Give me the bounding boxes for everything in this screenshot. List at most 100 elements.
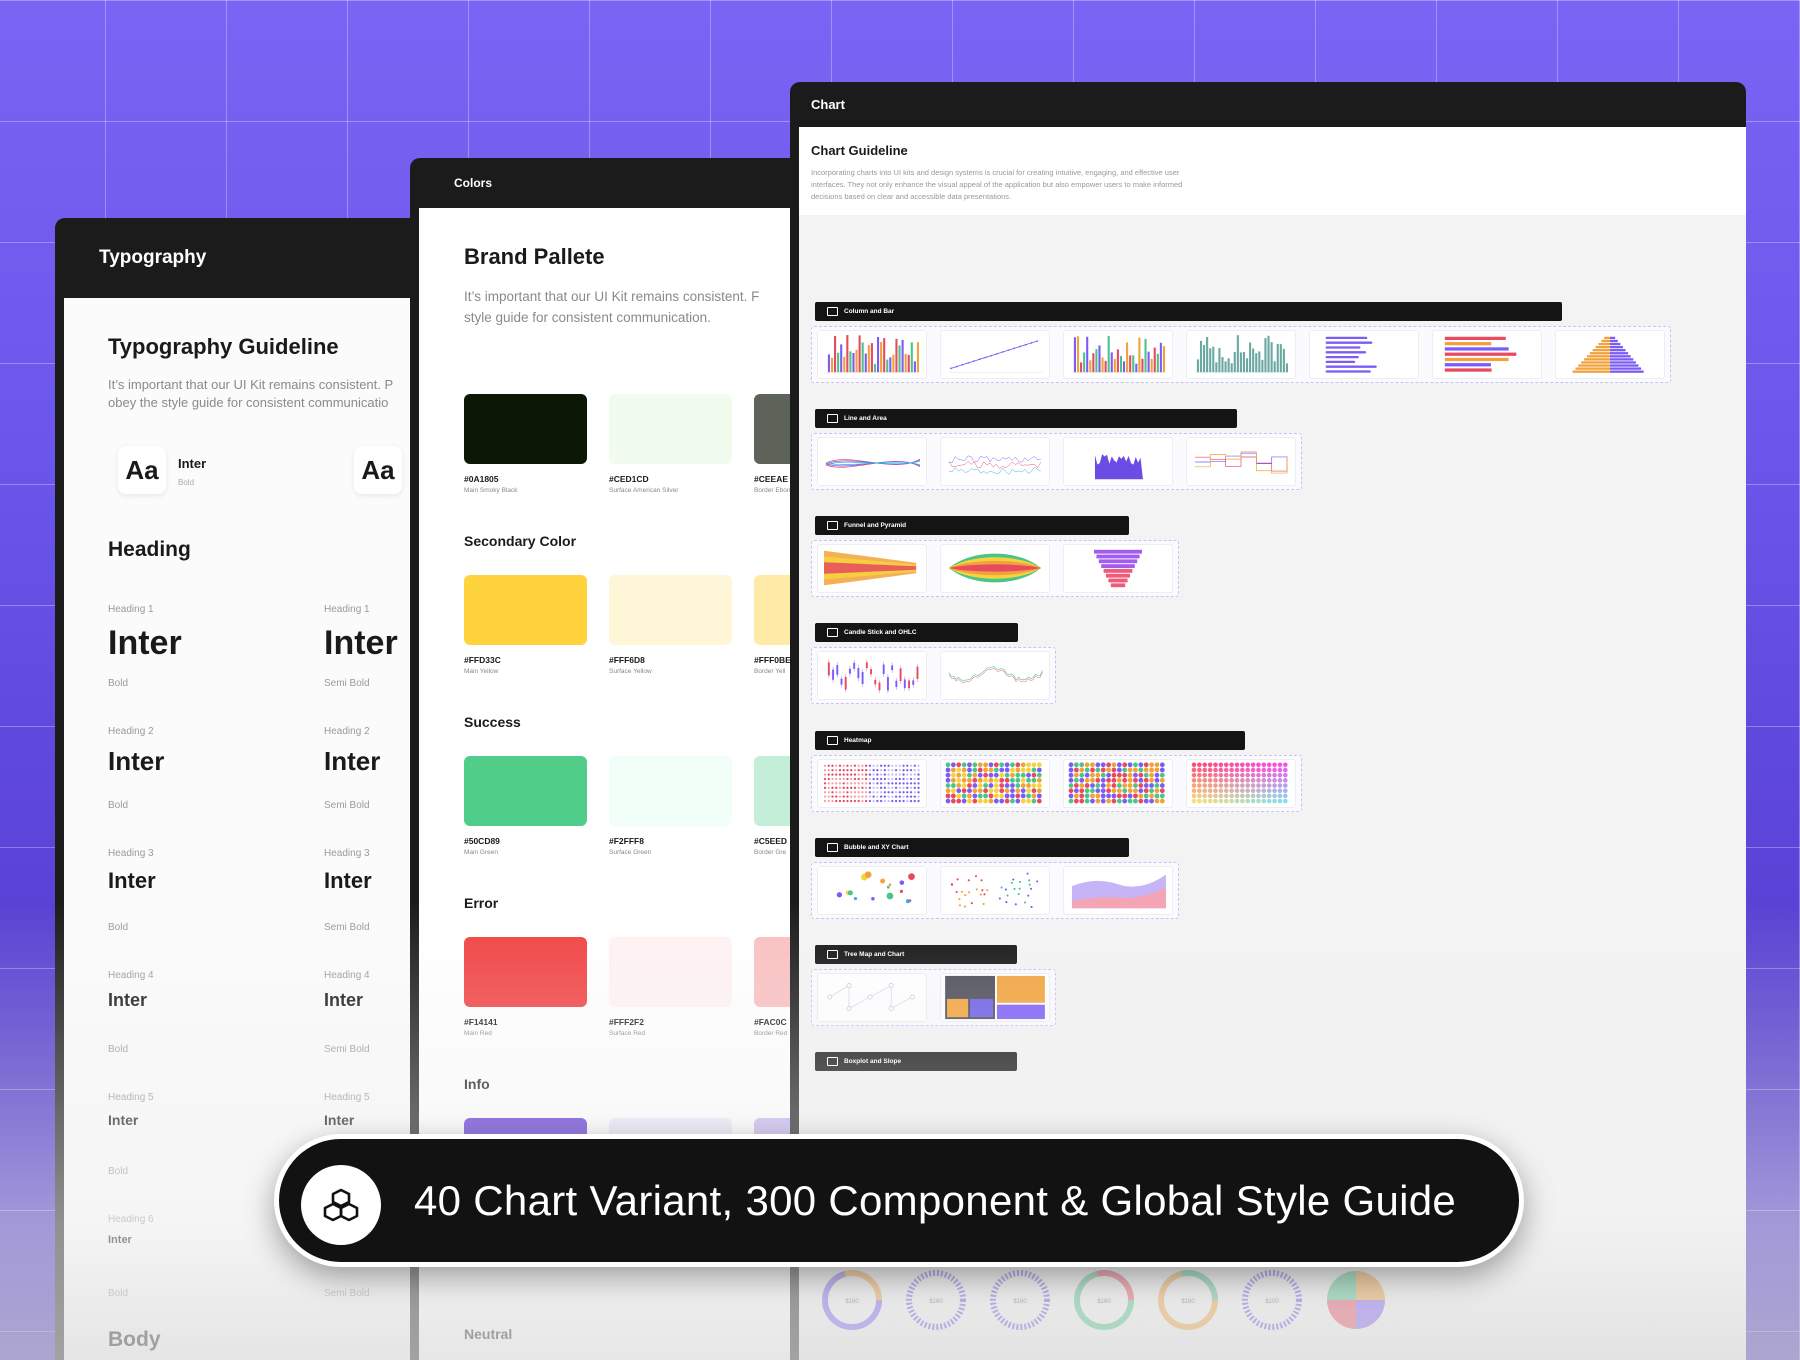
color-hex: #CEEAE xyxy=(754,474,789,484)
window-title: Colors xyxy=(454,176,493,190)
donut-value: $160 xyxy=(1181,1299,1195,1305)
heading-weight: Bold xyxy=(108,1166,129,1177)
chart-category-label: Boxplot and Slope xyxy=(844,1058,902,1065)
window-title-bar: Chart xyxy=(790,82,1746,127)
heading-weight: Semi Bold xyxy=(324,1288,370,1299)
chart-thumbnail-tree[interactable] xyxy=(818,974,926,1021)
color-swatch xyxy=(609,756,732,826)
color-hex: #FFF0BE xyxy=(754,655,791,665)
chart-thumbnail-row xyxy=(811,755,1302,812)
chart-thumbnail-pyramid[interactable] xyxy=(1064,545,1172,592)
heading-sample: Inter xyxy=(324,1112,355,1128)
color-hex: #FFF6D8 xyxy=(609,655,645,665)
heading-level-label: Heading 1 xyxy=(108,604,154,615)
chart-thumbnail-col-stacked[interactable] xyxy=(1064,331,1172,378)
color-swatch xyxy=(609,937,732,1007)
donut-chart: $100 xyxy=(1237,1265,1307,1340)
chart-thumbnail-candle[interactable] xyxy=(818,652,926,699)
color-name: Surface Red xyxy=(609,1030,646,1037)
chart-thumbnail-area-purple[interactable] xyxy=(1064,438,1172,485)
color-section-label: Secondary Color xyxy=(464,533,577,549)
heading-level-label: Heading 5 xyxy=(324,1092,370,1103)
image-icon xyxy=(827,950,838,959)
chart-thumbnail-bar-hz[interactable] xyxy=(1433,331,1541,378)
chart-thumbnail-bubble[interactable] xyxy=(818,867,926,914)
chart-thumbnail-col-grouped[interactable] xyxy=(818,331,926,378)
color-hex: #F2FFF8 xyxy=(609,836,644,846)
heading-level-label: Heading 5 xyxy=(108,1092,154,1103)
chart-category-header: Tree Map and Chart xyxy=(815,945,1017,964)
chart-category-label: Candle Stick and OHLC xyxy=(844,629,917,636)
heading-weight: Semi Bold xyxy=(324,800,370,811)
page-title: Brand Pallete xyxy=(464,244,605,269)
chart-thumbnail-line-noisy[interactable] xyxy=(941,438,1049,485)
color-hex: #CED1CD xyxy=(609,474,649,484)
color-hex: #FFD33C xyxy=(464,655,501,665)
window-title-bar: Typography xyxy=(55,218,430,298)
heading-sample: Inter xyxy=(324,624,398,662)
heading-weight: Bold xyxy=(108,922,129,933)
heading-sample: Inter xyxy=(108,1234,132,1246)
banner-text: 40 Chart Variant, 300 Component & Global… xyxy=(414,1176,1457,1224)
color-section-label: Success xyxy=(464,714,521,730)
color-swatch xyxy=(609,575,732,645)
heading-sample: Inter xyxy=(108,746,165,776)
pie-chart xyxy=(1321,1265,1391,1340)
heading-sample: Inter xyxy=(324,868,372,893)
heading-level-label: Heading 6 xyxy=(108,1214,154,1225)
chart-thumbnail-bar-dots[interactable] xyxy=(1310,331,1418,378)
window-title: Typography xyxy=(99,247,207,268)
chart-thumbnail-line-smooth[interactable] xyxy=(818,438,926,485)
chart-thumbnail-row xyxy=(811,433,1302,490)
chart-thumbnail-heat-dots[interactable] xyxy=(818,760,926,807)
heading-weight: Semi Bold xyxy=(324,678,370,689)
window-title-bar: Colors xyxy=(410,158,800,208)
heading-weight: Bold xyxy=(108,800,129,811)
color-hex: #0A1805 xyxy=(464,474,499,484)
chart-category-header: Column and Bar xyxy=(815,302,1562,321)
cubes-icon xyxy=(301,1165,381,1245)
donut-chart: $160 xyxy=(1069,1265,1139,1340)
chart-thumbnail-ohlc[interactable] xyxy=(941,652,1049,699)
page-title: Typography Guideline xyxy=(108,334,339,359)
chart-thumbnail-bar-pyramid[interactable] xyxy=(1556,331,1664,378)
heading-level-label: Heading 1 xyxy=(324,604,370,615)
chart-category-header: Candle Stick and OHLC xyxy=(815,623,1018,642)
heading-sample: Inter xyxy=(108,990,148,1010)
heading-weight: Bold xyxy=(108,678,129,689)
donut-chart: $160 xyxy=(985,1265,1055,1340)
chart-thumbnail-area-pink[interactable] xyxy=(1064,867,1172,914)
chart-category-header: Line and Area xyxy=(815,409,1237,428)
chart-thumbnail-col-range[interactable] xyxy=(1187,331,1295,378)
color-hex: #C5EED xyxy=(754,836,788,846)
color-name: Border Gre xyxy=(754,849,787,856)
page-description: Incorporating charts into UI kits and de… xyxy=(811,168,1183,201)
color-name: Border Red xyxy=(754,1030,788,1037)
section-neutral: Neutral xyxy=(464,1326,513,1342)
heading-level-label: Heading 2 xyxy=(324,726,370,737)
color-name: Main Smoky Black xyxy=(464,487,518,494)
heading-sample: Inter xyxy=(108,1112,139,1128)
chart-thumbnail-line-up[interactable] xyxy=(941,331,1049,378)
color-swatch xyxy=(464,756,587,826)
chart-thumbnail-scatter[interactable] xyxy=(941,867,1049,914)
donut-chart: $160 xyxy=(817,1265,887,1340)
chart-thumbnail-heat-grad[interactable] xyxy=(1187,760,1295,807)
heading-level-label: Heading 2 xyxy=(108,726,154,737)
feature-banner: 40 Chart Variant, 300 Component & Global… xyxy=(274,1134,1524,1267)
chart-thumbnail-row xyxy=(811,862,1179,919)
chart-thumbnail-funnel-blob[interactable] xyxy=(941,545,1049,592)
chart-thumbnail-heat-grid1[interactable] xyxy=(941,760,1049,807)
chart-thumbnail-heat-grid2[interactable] xyxy=(1064,760,1172,807)
chart-thumbnail-step-line[interactable] xyxy=(1187,438,1295,485)
color-name: Surface Yellow xyxy=(609,668,652,675)
chart-thumbnail-funnel-h[interactable] xyxy=(818,545,926,592)
heading-sample: Inter xyxy=(108,624,182,662)
image-icon xyxy=(827,307,838,316)
color-name: Main Red xyxy=(464,1030,492,1037)
page-description: It’s important that our UI Kit remains c… xyxy=(464,289,760,325)
chart-category-label: Line and Area xyxy=(844,415,887,422)
heading-sample: Inter xyxy=(108,868,156,893)
chart-thumbnail-treemap[interactable] xyxy=(941,974,1049,1021)
color-hex: #F14141 xyxy=(464,1017,498,1027)
